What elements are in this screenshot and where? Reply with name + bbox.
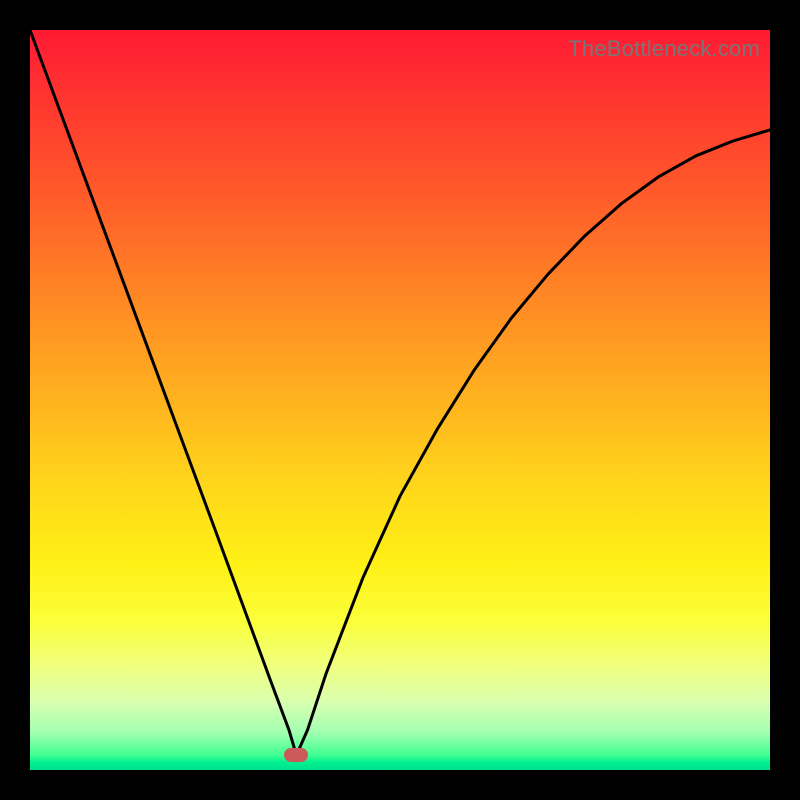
optimal-marker bbox=[284, 748, 308, 762]
chart-frame: TheBottleneck.com bbox=[0, 0, 800, 800]
bottleneck-curve bbox=[30, 30, 770, 770]
plot-area: TheBottleneck.com bbox=[30, 30, 770, 770]
